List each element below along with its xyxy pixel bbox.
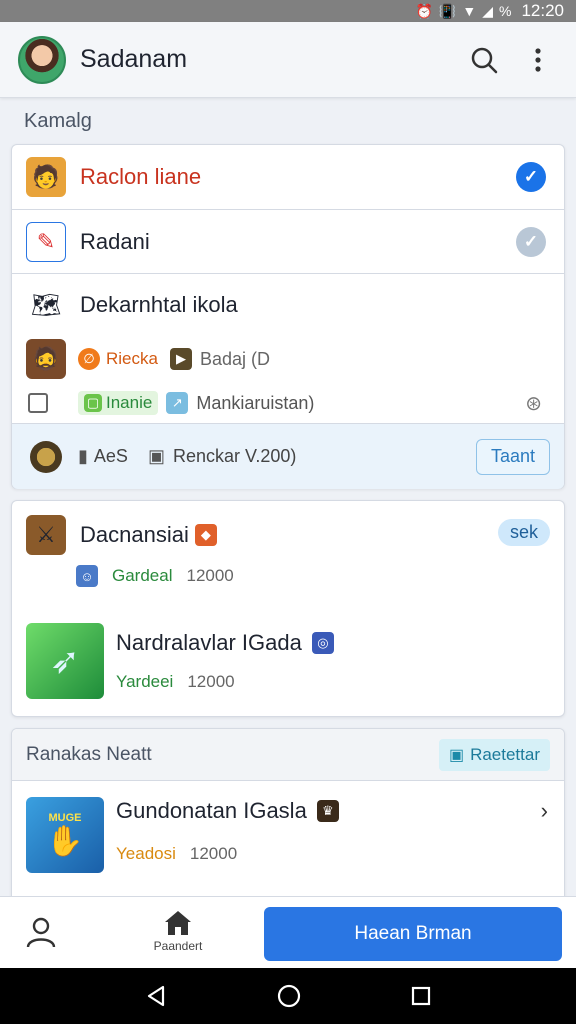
game-title: Nardralavlar IGada (116, 630, 302, 655)
game-meta: Yeadosi 12000 (12, 839, 564, 869)
game-tag: Yeadosi (116, 844, 176, 863)
map-icon: 🗺 (30, 291, 62, 319)
game-value: 12000 (189, 844, 238, 863)
avatar[interactable] (18, 35, 66, 84)
game-row[interactable]: ⚔ Dacnansiai ◆ (12, 513, 564, 557)
search-button[interactable] (464, 40, 504, 80)
list-item-label: Raclon liane (80, 164, 202, 189)
tag-icon: ▢ (84, 394, 102, 412)
game-title: Gundonatan IGasla (116, 798, 307, 823)
unchecked-icon[interactable]: ✓ (516, 226, 546, 257)
character-icon: ☺ (76, 565, 98, 587)
group-title-row: 🗺 Dekarnhtal ikola (12, 285, 564, 325)
tag-label: Mankiaruistan) (196, 392, 315, 413)
chest-icon (30, 440, 62, 473)
game-title: Dacnansiai (80, 522, 189, 547)
list-item[interactable]: 🧑 Raclon liane ✓ (12, 145, 564, 210)
recent-button[interactable]: ▣ Raetettar (438, 738, 550, 771)
list-item[interactable]: ✎ Radani ✓ (12, 210, 564, 274)
tag-label: Riecka (106, 349, 158, 368)
app-title: Sadanam (80, 45, 188, 73)
profile-tab[interactable] (20, 911, 62, 953)
game-badge-icon: ◎ (311, 632, 334, 654)
game-value: 12000 (187, 672, 235, 691)
tag-label: Badaj (D (199, 348, 270, 369)
game-badge-icon: ◆ (194, 524, 217, 546)
bottom-nav: Paandert Haean Brman (0, 896, 576, 968)
recent-card-header: Ranakas Neatt ▣ Raetettar (12, 729, 564, 781)
recents-icon[interactable] (410, 985, 432, 1007)
edit-icon: ✎ (26, 221, 66, 262)
refresh-icon: ▣ (448, 746, 465, 764)
checkbox-icon[interactable] (28, 393, 48, 413)
settings-icon[interactable]: ⊛ (525, 391, 542, 416)
version-label: Renckar V.200) (172, 446, 297, 466)
clock: 12:20 (521, 1, 564, 20)
tag-label: Inanie (106, 393, 153, 412)
app-bar: Sadanam (0, 22, 576, 98)
person-icon (26, 917, 56, 948)
action-button[interactable]: Taant (475, 438, 550, 475)
tag-chip: ▢ Inanie (78, 391, 159, 415)
tag-icon: ∅ (78, 348, 100, 370)
back-icon[interactable] (144, 984, 168, 1008)
home-tab-label: Paandert (153, 939, 203, 953)
list-card: 🧑 Raclon liane ✓ ✎ Radani ✓ 🗺 Dekarnhtal… (11, 144, 565, 489)
recent-button-label: Raetettar (470, 744, 540, 764)
wifi-icon: ▼ (462, 3, 477, 19)
game-thumbnail: ⚔ (26, 515, 66, 555)
game-character-icon: 🧑 (26, 157, 66, 197)
home-tab[interactable]: Paandert (136, 909, 220, 961)
count-label: AeS (93, 446, 128, 466)
game-meta: Yardeei 12000 (12, 667, 564, 697)
list-item-label: Radani (80, 228, 150, 254)
recent-card: Ranakas Neatt ▣ Raetettar MUGE ✋ Gundona… (11, 728, 565, 898)
battery-icon: ▮ (78, 446, 88, 466)
image-icon: ↗ (166, 392, 189, 414)
primary-action-button[interactable]: Haean Brman (264, 907, 562, 961)
game-value: 12000 (186, 566, 234, 585)
more-options-button[interactable] (518, 40, 558, 80)
vibrate-icon: 📳 (438, 2, 457, 19)
status-bar: ⏰ 📳 ▼ ◢ % 12:20 (0, 0, 576, 22)
game-meta: ☺ Gardeal 12000 (12, 561, 564, 591)
home-circle-icon[interactable] (276, 983, 302, 1009)
system-nav-bar (0, 968, 576, 1024)
chevron-right-icon[interactable]: › (541, 798, 548, 824)
signal-icon: ◢ (482, 2, 493, 19)
checked-icon[interactable]: ✓ (516, 162, 546, 192)
section-label: Kamalg (24, 110, 92, 132)
game-tag: Yardeei (116, 672, 174, 691)
battery-icon: % (499, 3, 512, 19)
group-line-1: 🧔 ∅ Riecka ▶ Badaj (D (12, 337, 564, 381)
calendar-icon: ▣ (147, 446, 165, 466)
play-icon: ▶ (169, 348, 192, 370)
search-icon (471, 47, 498, 73)
more-vert-icon (535, 47, 541, 72)
games-card: sek ⚔ Dacnansiai ◆ ☺ Gardeal 12000 ➶ Nar… (11, 500, 565, 717)
home-icon (165, 911, 191, 935)
game-badge-icon: ♛ (316, 800, 339, 822)
group-title: Dekarnhtal ikola (80, 292, 238, 317)
card-footer: ▮ AeS ▣ Renckar V.200) Taant (12, 423, 564, 489)
game-row[interactable]: Nardralavlar IGada ◎ (12, 623, 564, 663)
game-tag: Gardeal (112, 566, 173, 585)
hero-icon: 🧔 (26, 339, 66, 379)
group-line-2: ▢ Inanie ↗ Mankiaruistan) ⊛ (12, 385, 564, 421)
alarm-icon: ⏰ (415, 2, 433, 19)
recent-card-title: Ranakas Neatt (26, 743, 152, 765)
game-row[interactable]: Gundonatan IGasla ♛ › (12, 791, 564, 831)
